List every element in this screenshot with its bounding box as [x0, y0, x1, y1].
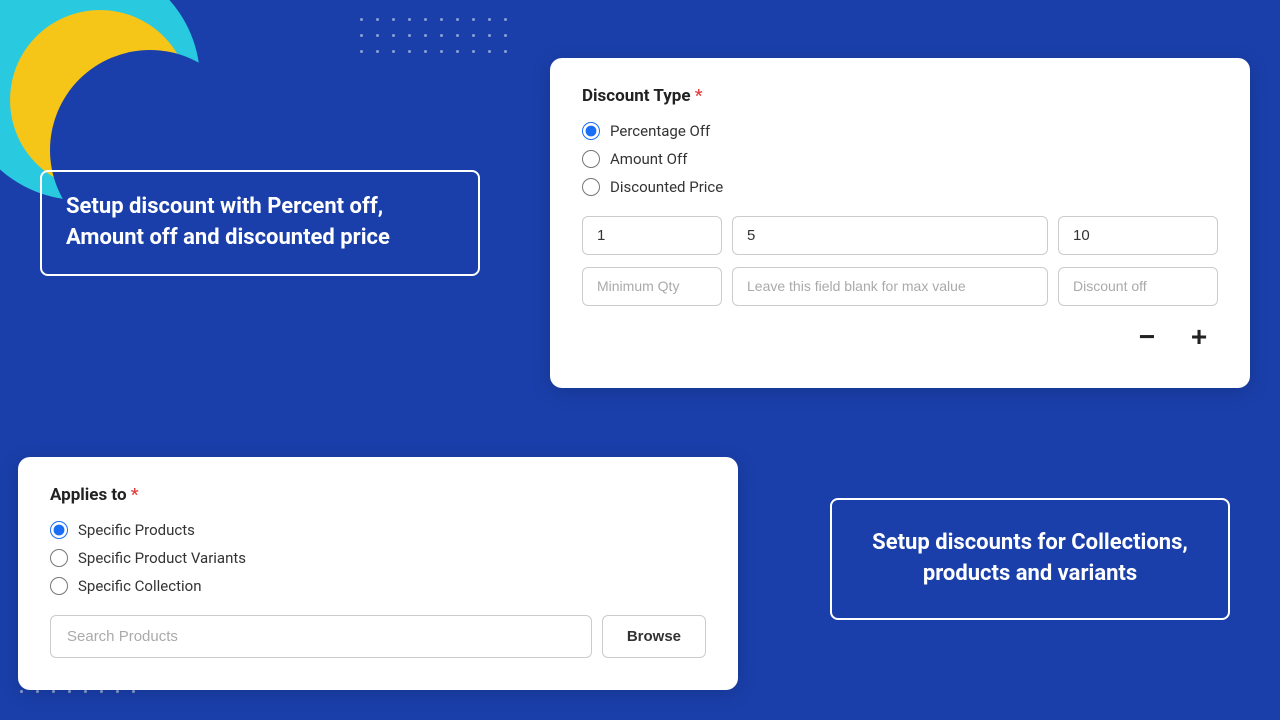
radio-specific-products-input[interactable]: [50, 521, 68, 539]
search-row: Browse: [50, 615, 706, 658]
radio-percentage-off-label: Percentage Off: [610, 122, 710, 140]
radio-specific-collection-input[interactable]: [50, 577, 68, 595]
radio-specific-collection[interactable]: Specific Collection: [50, 577, 706, 595]
radio-discounted-price-input[interactable]: [582, 178, 600, 196]
radio-amount-off-input[interactable]: [582, 150, 600, 168]
remove-tier-button[interactable]: −: [1128, 318, 1166, 356]
discount-type-radio-group: Percentage Off Amount Off Discounted Pri…: [582, 122, 1218, 196]
dots-pattern-top: [360, 18, 514, 60]
discount-values-row: [582, 216, 1218, 255]
radio-specific-products-label: Specific Products: [78, 521, 195, 539]
browse-button[interactable]: Browse: [602, 615, 706, 658]
discount-off-input[interactable]: [1058, 267, 1218, 306]
radio-product-variants[interactable]: Specific Product Variants: [50, 549, 706, 567]
discount-required-star: *: [695, 86, 703, 106]
promo-box-top: Setup discount with Percent off, Amount …: [40, 170, 480, 276]
discount-action-row: − +: [582, 318, 1218, 356]
min-qty-input[interactable]: [582, 267, 722, 306]
radio-product-variants-label: Specific Product Variants: [78, 549, 246, 567]
applies-to-radio-group: Specific Products Specific Product Varia…: [50, 521, 706, 595]
radio-amount-off-label: Amount Off: [610, 150, 687, 168]
promo-bottom-text: Setup discounts for Collections, product…: [872, 530, 1188, 586]
applies-required-star: *: [131, 485, 139, 505]
search-products-input[interactable]: [50, 615, 592, 658]
radio-specific-collection-label: Specific Collection: [78, 577, 201, 595]
radio-amount-off[interactable]: Amount Off: [582, 150, 1218, 168]
radio-product-variants-input[interactable]: [50, 549, 68, 567]
applies-to-card: Applies to * Specific Products Specific …: [18, 457, 738, 690]
radio-discounted-price[interactable]: Discounted Price: [582, 178, 1218, 196]
radio-percentage-off-input[interactable]: [582, 122, 600, 140]
discount-card-title: Discount Type *: [582, 86, 1218, 106]
radio-percentage-off[interactable]: Percentage Off: [582, 122, 1218, 140]
radio-discounted-price-label: Discounted Price: [610, 178, 723, 196]
discount-field1-value[interactable]: [582, 216, 722, 255]
discount-type-card: Discount Type * Percentage Off Amount Of…: [550, 58, 1250, 388]
max-value-input[interactable]: [732, 267, 1048, 306]
discount-placeholders-row: [582, 267, 1218, 306]
radio-specific-products[interactable]: Specific Products: [50, 521, 706, 539]
add-tier-button[interactable]: +: [1180, 318, 1218, 356]
promo-top-text: Setup discount with Percent off, Amount …: [66, 194, 390, 250]
promo-box-bottom: Setup discounts for Collections, product…: [830, 498, 1230, 620]
discount-field2-value[interactable]: [732, 216, 1048, 255]
applies-card-title: Applies to *: [50, 485, 706, 505]
discount-field3-value[interactable]: [1058, 216, 1218, 255]
